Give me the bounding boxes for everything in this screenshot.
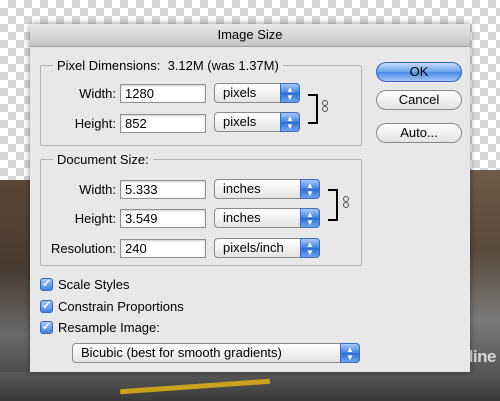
- dialog-title: Image Size: [30, 24, 470, 47]
- pixel-height-unit-select[interactable]: pixels ▲ ▼: [214, 112, 300, 132]
- road-stripe: [120, 378, 270, 395]
- pixel-width-input[interactable]: 1280: [120, 84, 206, 103]
- pixel-dimensions-size: 3.12M (was 1.37M): [167, 58, 279, 73]
- scale-styles-checkbox[interactable]: ✓: [40, 278, 53, 291]
- resample-method-select[interactable]: Bicubic (best for smooth gradients) ▲ ▼: [72, 343, 360, 363]
- resolution-unit-value: pixels/inch: [223, 240, 284, 255]
- resolution-unit-select[interactable]: pixels/inch ▲ ▼: [214, 238, 320, 258]
- popup-arrows-icon: ▲ ▼: [300, 208, 320, 228]
- cancel-button[interactable]: Cancel: [376, 90, 462, 110]
- constrain-proportions-checkbox[interactable]: ✓: [40, 300, 53, 313]
- document-size-legend: Document Size:: [57, 152, 149, 167]
- pixel-height-input[interactable]: 852: [120, 114, 206, 133]
- resolution-input[interactable]: 240: [120, 239, 206, 258]
- resample-image-checkbox[interactable]: ✓: [40, 321, 53, 334]
- popup-arrows-icon: ▲ ▼: [280, 83, 300, 103]
- doc-height-unit-value: inches: [223, 210, 261, 225]
- doc-height-unit-select[interactable]: inches ▲ ▼: [214, 208, 320, 228]
- doc-width-unit-value: inches: [223, 181, 261, 196]
- pixel-width-unit-select[interactable]: pixels ▲ ▼: [214, 83, 300, 103]
- resample-method-value: Bicubic (best for smooth gradients): [81, 345, 282, 360]
- doc-height-label: Height:: [74, 211, 116, 226]
- popup-arrows-icon: ▲ ▼: [280, 112, 300, 132]
- pixel-link-bracket: [308, 94, 318, 124]
- photo-background-left: [0, 180, 30, 401]
- doc-link-bracket: [328, 189, 338, 221]
- doc-height-input[interactable]: 3.549: [120, 209, 206, 228]
- ok-button[interactable]: OK: [376, 62, 462, 82]
- pixel-width-label: Width:: [79, 86, 116, 101]
- constrain-proportions-label: Constrain Proportions: [58, 299, 184, 314]
- link-chain-icon: [321, 100, 328, 114]
- photo-background-bottom: [0, 372, 500, 401]
- image-size-dialog: Image Size Pixel Dimensions: 3.12M (was …: [30, 24, 470, 372]
- pixel-height-unit-value: pixels: [223, 114, 257, 129]
- popup-arrows-icon: ▲ ▼: [300, 238, 320, 258]
- doc-width-unit-select[interactable]: inches ▲ ▼: [214, 179, 320, 199]
- pixel-dimensions-legend: Pixel Dimensions: 3.12M (was 1.37M): [53, 58, 283, 73]
- auto-button[interactable]: Auto...: [376, 123, 462, 143]
- scale-styles-label: Scale Styles: [58, 277, 130, 292]
- popup-arrows-icon: ▲ ▼: [340, 343, 360, 363]
- pixel-width-unit-value: pixels: [223, 85, 257, 100]
- link-chain-icon: [342, 196, 349, 210]
- resolution-label: Resolution:: [50, 241, 116, 256]
- pixel-height-label: Height:: [74, 116, 116, 131]
- popup-arrows-icon: ▲ ▼: [300, 179, 320, 199]
- doc-width-label: Width:: [79, 182, 116, 197]
- doc-width-input[interactable]: 5.333: [120, 180, 206, 199]
- pixel-dimensions-label: Pixel Dimensions:: [57, 58, 161, 73]
- resample-image-label: Resample Image:: [58, 320, 160, 335]
